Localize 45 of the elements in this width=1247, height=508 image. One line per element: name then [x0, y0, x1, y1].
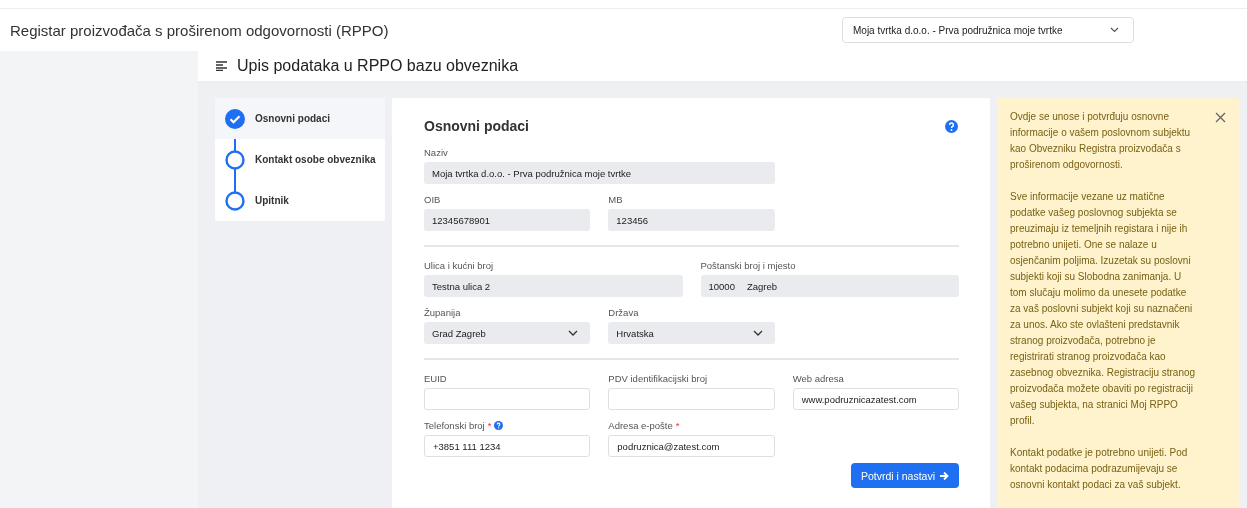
info-text: Kontakt podatke je potrebno unijeti. Pod kontakt podacima podrazumijevaju se osnovni kontakt podaci za vaš subjekt.	[1010, 446, 1189, 492]
select-field[interactable]: Grad Zagreb	[424, 322, 591, 344]
chevron-down-icon	[1110, 27, 1119, 33]
field-label: MB	[608, 193, 623, 205]
input-field[interactable]	[424, 388, 591, 410]
field-label: Telefonski broj	[424, 419, 485, 431]
readonly-field: 123456	[608, 209, 775, 231]
submit-button[interactable]: Potvrdi i nastavi	[850, 463, 959, 488]
arrow-right-icon	[939, 470, 949, 481]
readonly-field: 12345678901	[424, 209, 591, 231]
field-label: Ulica i kućni broj	[424, 259, 494, 271]
company-select[interactable]: Moja tvrtka d.o.o. - Prva podružnica moje tvrtke	[842, 17, 1134, 43]
form-title: Osnovni podaci	[424, 118, 529, 134]
field-label: Poštanski broj i mjesto	[700, 259, 796, 271]
help-icon[interactable]	[945, 119, 958, 133]
field-label: Županija	[424, 306, 461, 318]
field-label: Web adresa	[792, 372, 844, 384]
required-mark: *	[675, 419, 680, 431]
close-icon[interactable]	[1215, 112, 1226, 123]
required-mark: *	[487, 419, 492, 431]
field-label: Država	[608, 306, 639, 318]
chevron-down-icon	[568, 330, 579, 336]
readonly-field: 10000 Zagreb	[700, 275, 959, 297]
field-label: EUID	[424, 372, 447, 384]
info-text: Sve informacije vezane uz matične podatke vašeg poslovnog subjekta se preuzimaju iz temeljnih registara i nije ih potrebno unijeti. One se nalaze u osjenčanim poljima. Izuzetak su poslovni subjekti koji su Slobodna zanimanja. U tom slučaju molimo da unesete podatke za vaš poslovni subjekt koji su naznačeni za unos. Ako ste ovlašteni predstavnik stranog proizvođača, potrebno je registrirati stranog proizvođača kao zasebnog obveznika. Registraciju stranog proizvođača možete obaviti po registraciji vašeg subjekta, na stranici Moj RPPO profil.	[1010, 190, 1197, 428]
list-icon	[216, 61, 227, 71]
readonly-field: Testna ulica 2	[424, 275, 683, 297]
help-icon[interactable]	[494, 420, 504, 430]
app-title: Registar proizvođača s proširenom odgovornosti (RPPO)	[10, 21, 389, 39]
step-item[interactable]: Upitnik	[215, 180, 385, 221]
select-field[interactable]: Hrvatska	[608, 322, 775, 344]
input-field[interactable]: www.podruznicazatest.com	[792, 388, 959, 410]
field-label: OIB	[424, 193, 441, 205]
info-text: Ovdje se unose i potvrđuju osnovne informacije o vašem poslovnom subjektu kao Obvezniku Registra proizvođača s proširenom odgovornosti.	[1010, 110, 1192, 172]
page-title: Upis podataka u RPPO bazu obveznika	[237, 57, 519, 75]
input-field[interactable]	[608, 388, 775, 410]
chevron-down-icon	[752, 330, 763, 336]
input-field[interactable]: +3851 111 1234	[424, 435, 591, 457]
readonly-field: Moja tvrtka d.o.o. - Prva podružnica moje tvrtke	[424, 162, 775, 184]
input-field[interactable]: podruznica@zatest.com	[608, 435, 775, 457]
step-item[interactable]: Osnovni podaci	[215, 98, 385, 139]
field-label: Naziv	[424, 146, 448, 158]
step-item[interactable]: Kontakt osobe obveznika	[215, 139, 385, 180]
field-label: PDV identifikacijski broj	[608, 372, 708, 384]
field-label: Adresa e-pošte	[608, 419, 673, 431]
